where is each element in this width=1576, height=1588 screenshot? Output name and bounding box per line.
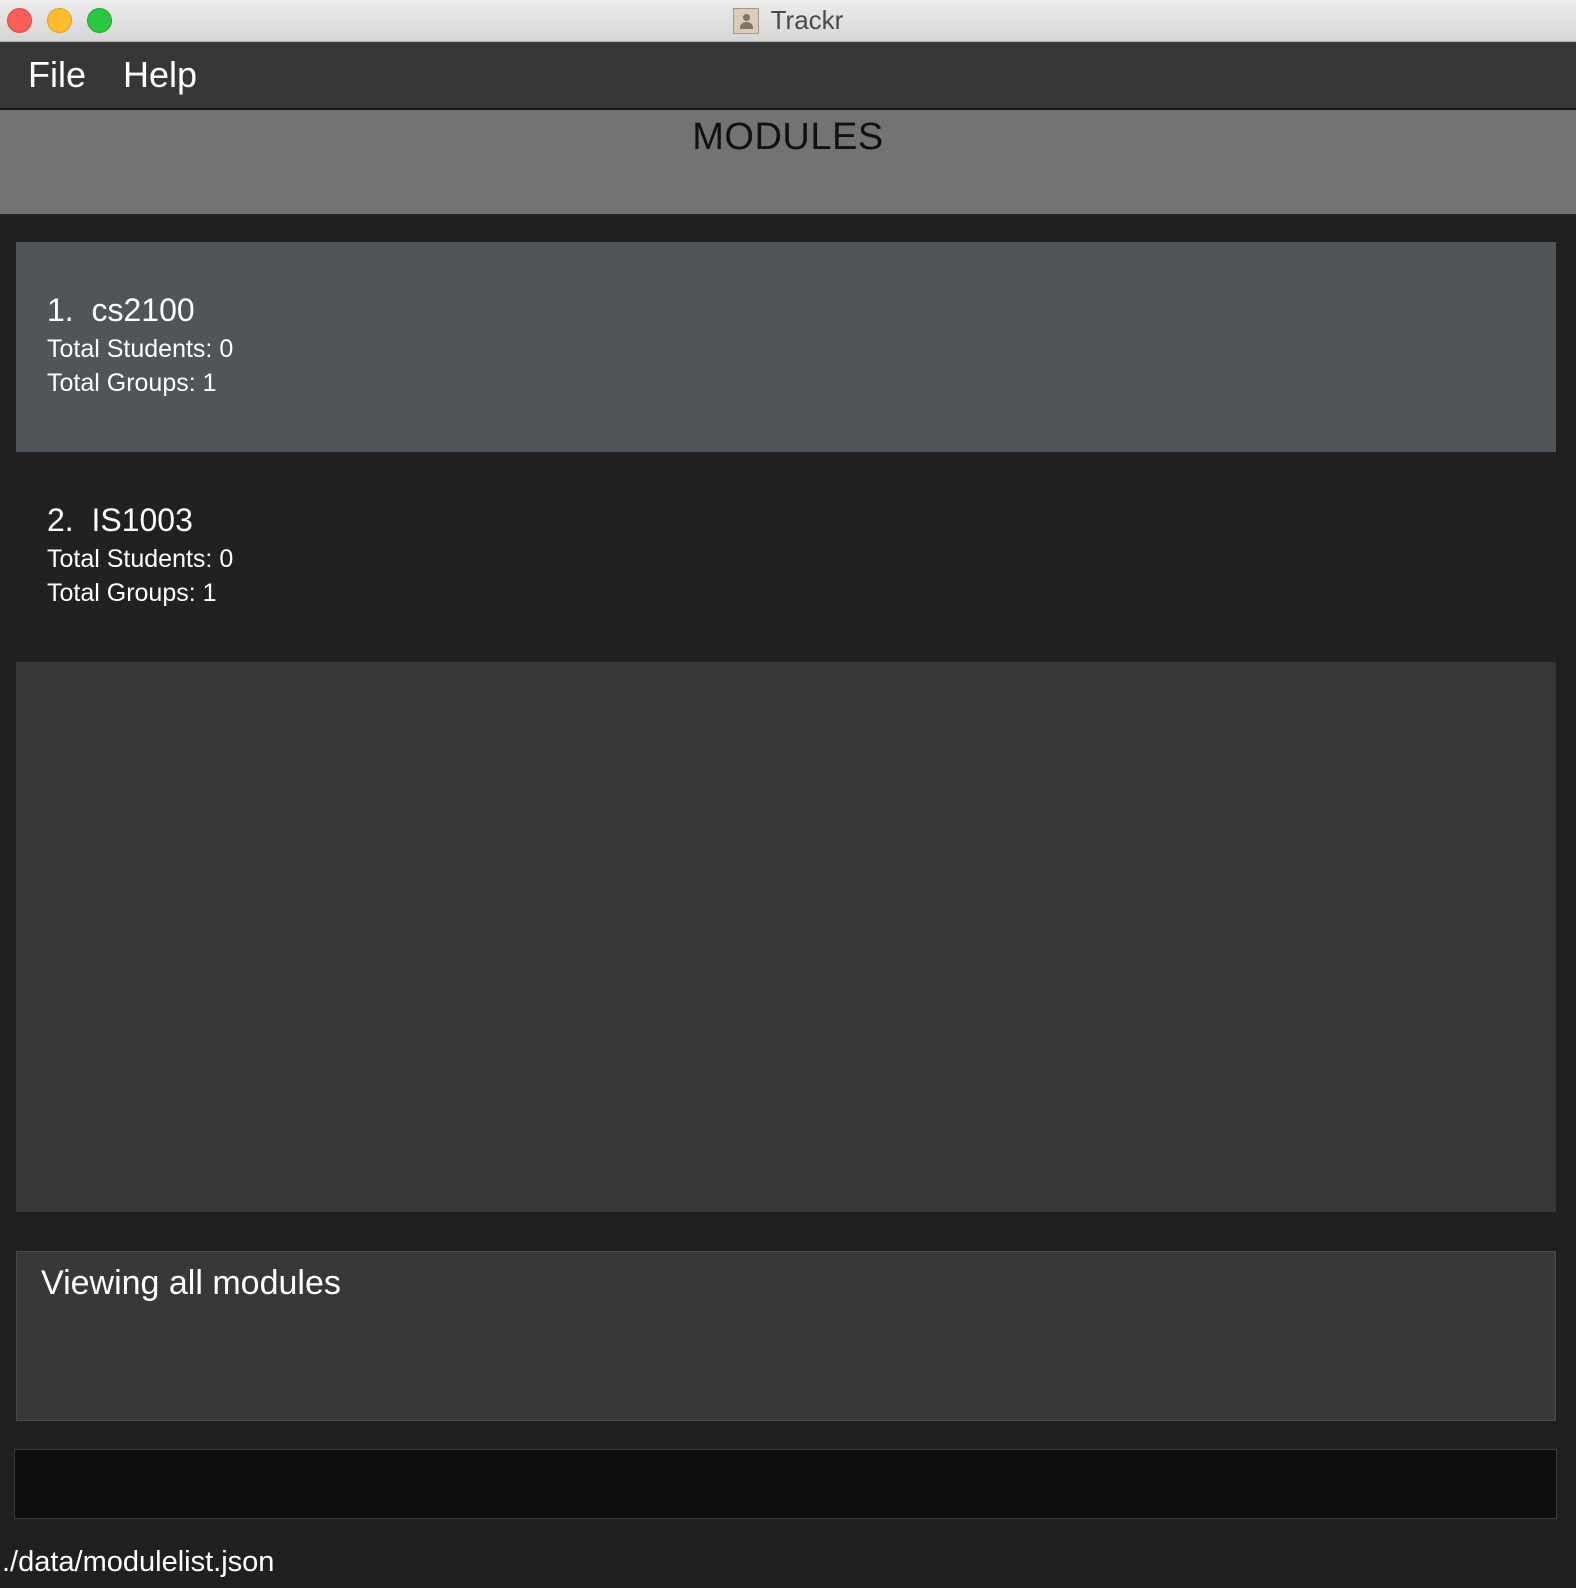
result-message: Viewing all modules — [41, 1264, 341, 1302]
module-total-groups: Total Groups: 1 — [47, 369, 217, 397]
title-bar[interactable]: Trackr — [0, 0, 1576, 42]
menu-file[interactable]: File — [28, 54, 86, 96]
module-index: 2. — [47, 502, 74, 538]
window-title: Trackr — [770, 5, 844, 35]
window-title-group: Trackr — [0, 0, 1576, 41]
result-display[interactable]: Viewing all modules — [16, 1251, 1556, 1421]
module-total-groups: Total Groups: 1 — [47, 579, 217, 607]
module-list[interactable]: 1. cs2100 Total Students: 0 Total Groups… — [16, 242, 1556, 1212]
command-input[interactable] — [14, 1449, 1557, 1519]
menu-help[interactable]: Help — [123, 54, 197, 96]
module-index: 1. — [47, 292, 74, 328]
module-title-2: 2. IS1003 — [47, 502, 193, 539]
app-window: Trackr File Help MODULES 1. cs2100 Total… — [0, 0, 1576, 1588]
module-code: cs2100 — [91, 292, 195, 328]
menu-bar: File Help — [0, 42, 1576, 110]
module-total-students: Total Students: 0 — [47, 335, 234, 363]
address-book-icon — [732, 7, 759, 34]
list-header: MODULES — [0, 110, 1576, 214]
module-title-1: 1. cs2100 — [47, 292, 195, 329]
module-card-1[interactable]: 1. cs2100 Total Students: 0 Total Groups… — [16, 242, 1556, 452]
page-title: MODULES — [692, 116, 884, 158]
module-total-students: Total Students: 0 — [47, 545, 234, 573]
status-bar-save-location: ./data/modulelist.json — [2, 1546, 275, 1578]
module-card-2[interactable]: 2. IS1003 Total Students: 0 Total Groups… — [16, 452, 1556, 662]
module-code: IS1003 — [91, 502, 193, 538]
